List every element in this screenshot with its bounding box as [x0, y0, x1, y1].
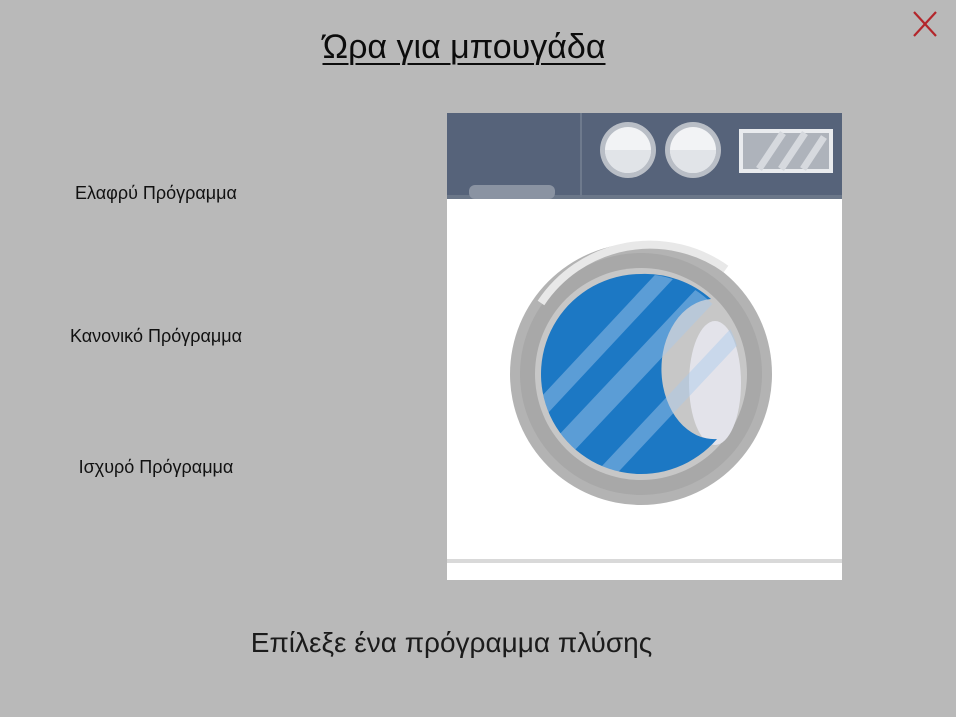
close-icon: [913, 11, 937, 37]
close-button[interactable]: [910, 8, 940, 40]
instruction-text: Επίλεξε ένα πρόγραμμα πλύσης: [250, 627, 653, 658]
program-normal[interactable]: Κανονικό Πρόγραμμα: [40, 325, 272, 347]
program-strong[interactable]: Ισχυρό Πρόγραμμα: [40, 456, 272, 478]
page-title: Ώρα για μπουγάδα: [322, 28, 606, 66]
program-light[interactable]: Ελαφρύ Πρόγραμμα: [40, 182, 272, 204]
washing-machine-illustration: [447, 113, 842, 580]
